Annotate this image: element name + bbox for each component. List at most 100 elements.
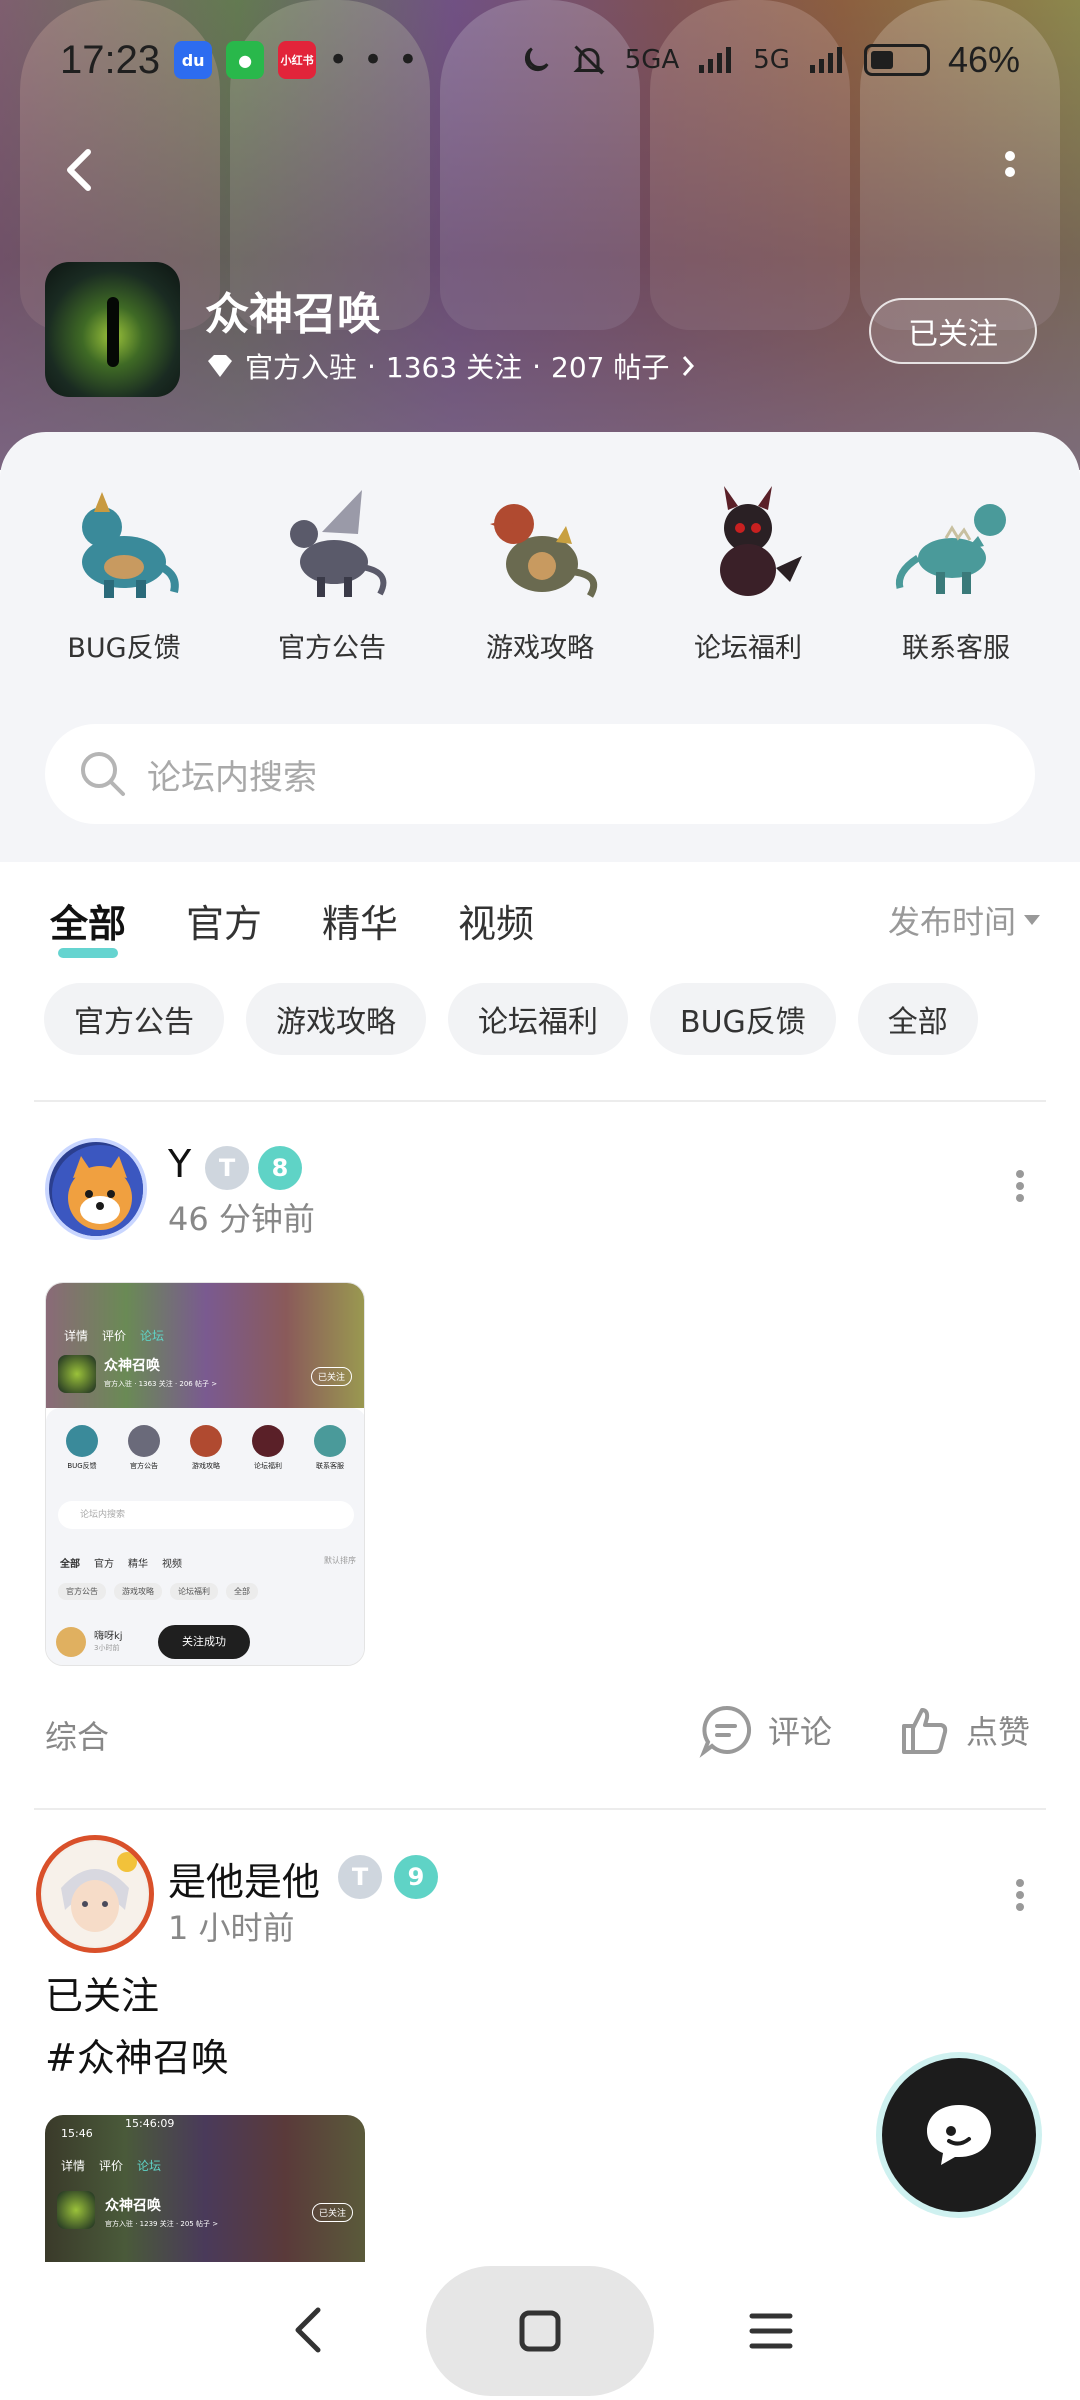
avatar[interactable] (36, 1835, 154, 1953)
more-vertical-icon[interactable] (1000, 1875, 1040, 1915)
username[interactable]: 是他是他 (168, 1851, 320, 1906)
more-vertical-icon[interactable] (980, 140, 1040, 200)
system-navigation-bar (0, 2262, 1080, 2400)
thumbs-up-icon (902, 1708, 948, 1754)
thumb-meta: 官方入驻 · 1239 关注 · 205 帖子 > (105, 2220, 219, 2228)
thumb-chip: 官方公告 (58, 1583, 106, 1600)
follow-button[interactable]: 已关注 (869, 298, 1037, 364)
tab-official[interactable]: 官方 (186, 893, 262, 948)
thumb-filter: 视频 (162, 1559, 182, 1570)
thumb-logo (58, 1355, 96, 1393)
shiba-avatar-icon (52, 1145, 143, 1236)
post-time: 1 小时前 (168, 1909, 295, 1947)
category-bug-feedback[interactable]: BUG反馈 (24, 472, 224, 665)
post-text-line: 已关注 (45, 1974, 160, 2018)
thumb-forum-name: 众神召唤 (104, 1358, 160, 1374)
category-welfare[interactable]: 论坛福利 (648, 472, 848, 665)
like-label: 点赞 (966, 1713, 1031, 1751)
thumb-cat-label: BUG反馈 (67, 1462, 97, 1470)
thumb-chip: 游戏攻略 (114, 1583, 162, 1600)
thumb-dragon-icon (314, 1425, 346, 1457)
category-label: 游戏攻略 (486, 633, 594, 664)
post-image[interactable]: 详情 评价 论坛 众神召唤 官方入驻 · 1363 关注 · 206 帖子 > … (45, 1282, 365, 1666)
category-label: 官方公告 (278, 633, 386, 664)
thumb-filter-tabs: 全部 官方 精华 视频 默认排序 (60, 1555, 356, 1570)
chat-bubble-icon (927, 2105, 991, 2165)
floating-chat-button[interactable] (882, 2058, 1036, 2212)
thumb-chip: 论坛福利 (170, 1583, 218, 1600)
thumb-cat: 联系客服 (302, 1425, 358, 1471)
category-label: 联系客服 (902, 633, 1010, 664)
status-right: 5GA 5G 46% (519, 39, 1020, 81)
category-guide[interactable]: 游戏攻略 (440, 472, 640, 665)
trusted-badge-icon: T (338, 1855, 382, 1899)
forum-search-bar[interactable]: 论坛内搜索 (45, 724, 1035, 824)
thumb-tabs: 详情 评价 论坛 (64, 1327, 164, 1344)
trusted-badge-icon: T (205, 1146, 249, 1190)
battery-percent: 46% (947, 39, 1020, 80)
followers-count: 1363 关注 (385, 351, 523, 384)
thumb-cat: 官方公告 (116, 1425, 172, 1471)
thumb-tab: 论坛 (137, 2159, 162, 2173)
avatar[interactable] (45, 1138, 147, 1240)
level-badge: 9 (394, 1855, 438, 1899)
post-image[interactable]: 15:46 15:46:09 详情 评价 论坛 众神召唤 官方入驻 · 1239… (45, 2115, 365, 2265)
network-5ga-label: 5GA (624, 45, 680, 75)
chip-announcement[interactable]: 官方公告 (44, 983, 224, 1055)
red-dragon-icon (490, 504, 598, 598)
post-time: 46 分钟前 (168, 1200, 315, 1238)
tab-video[interactable]: 视频 (458, 893, 534, 948)
divider (34, 1808, 1046, 1810)
post-card[interactable]: Y T 8 46 分钟前 详情 评价 论坛 众神召唤 官方入驻 · 1363 关… (0, 1130, 1080, 1780)
tab-all[interactable]: 全部 (50, 893, 126, 958)
tab-featured[interactable]: 精华 (322, 893, 398, 948)
thumb-user: 嗨呀kj (94, 1631, 123, 1642)
chip-bug-feedback[interactable]: BUG反馈 (650, 983, 836, 1055)
comment-icon (699, 1705, 752, 1758)
thumb-cat-label: 联系客服 (316, 1462, 344, 1470)
category-card: BUG反馈 官方公告 游戏攻略 论坛福利 联系客服 论坛内搜索 (0, 432, 1080, 862)
chip-all[interactable]: 全部 (857, 983, 978, 1055)
thumb-status-time: 15:46 (61, 2127, 93, 2140)
moon-icon (524, 47, 549, 72)
thumb-cat: 论坛福利 (240, 1425, 296, 1471)
chevron-right-icon (683, 356, 695, 376)
thumb-logo (57, 2191, 95, 2229)
nav-back-icon[interactable] (284, 2302, 334, 2358)
category-label: BUG反馈 (67, 633, 181, 664)
thumb-cat-row: BUG反馈 官方公告 游戏攻略 论坛福利 联系客服 (54, 1425, 358, 1471)
teal-dragon-icon (895, 504, 1006, 594)
thumb-follow: 已关注 (311, 2203, 353, 2222)
post-hashtag[interactable]: #众神召唤 (45, 2027, 229, 2089)
category-row: BUG反馈 官方公告 游戏攻略 论坛福利 联系客服 (0, 472, 1080, 665)
status-bar: 17:23 du ● 小红书 • • • 5GA 5G 46% (0, 0, 1080, 120)
post-tag[interactable]: 综合 (45, 1712, 109, 1758)
more-vertical-icon[interactable] (1000, 1166, 1040, 1206)
thumb-tab: 评价 (102, 1329, 127, 1343)
posts-count: 207 帖子 (551, 351, 670, 384)
nav-home-button[interactable] (426, 2266, 654, 2396)
thumb-cat-label: 论坛福利 (254, 1462, 282, 1470)
meta-separator: · (367, 349, 376, 383)
status-time: 17:23 (60, 37, 161, 82)
back-arrow-icon[interactable] (50, 140, 110, 200)
like-button[interactable]: 点赞 (896, 1702, 1030, 1758)
thumb-chips: 官方公告 游戏攻略 论坛福利 全部 (58, 1583, 258, 1600)
forum-stats[interactable]: 官方入驻 · 1363 关注 · 207 帖子 (205, 346, 697, 386)
anime-avatar-icon (43, 1842, 147, 1946)
nav-menu-icon[interactable] (746, 2306, 796, 2356)
thumb-filter: 官方 (94, 1559, 114, 1570)
thumb-forum-name: 众神召唤 (105, 2198, 161, 2214)
username[interactable]: Y (168, 1142, 191, 1186)
category-announcement[interactable]: 官方公告 (232, 472, 432, 665)
thumb-tabs: 详情 评价 论坛 (61, 2157, 161, 2174)
status-more-icon: • • • (328, 40, 420, 80)
category-customer-service[interactable]: 联系客服 (856, 472, 1056, 665)
thumb-status-time-center: 15:46:09 (125, 2117, 175, 2130)
thumb-tab: 论坛 (140, 1329, 165, 1343)
comment-button[interactable]: 评论 (698, 1702, 832, 1758)
top-nav (0, 130, 1080, 210)
sort-dropdown[interactable]: 发布时间 (888, 897, 1040, 943)
chip-welfare[interactable]: 论坛福利 (448, 983, 628, 1055)
chip-guide[interactable]: 游戏攻略 (246, 983, 426, 1055)
